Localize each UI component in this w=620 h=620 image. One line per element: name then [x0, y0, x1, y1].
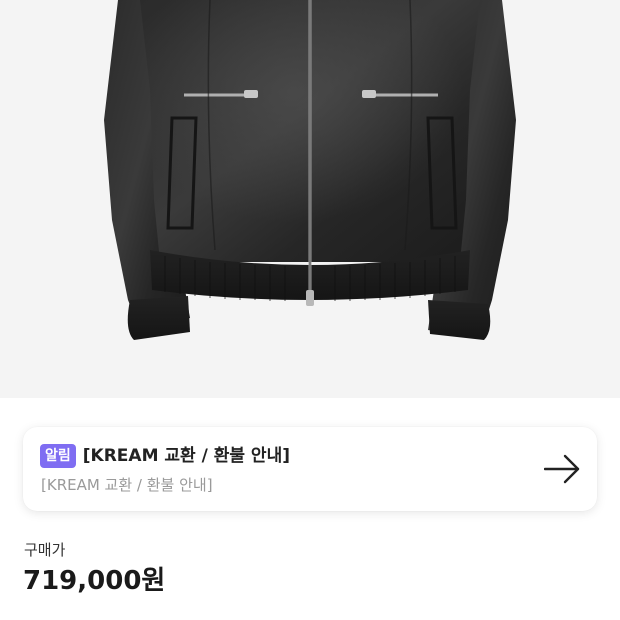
product-image[interactable] [0, 0, 620, 398]
notice-subtitle: [KREAM 교환 / 환불 안내] [41, 476, 213, 494]
notice-header: 알림 [KREAM 교환 / 환불 안내] [40, 444, 290, 468]
notice-badge: 알림 [40, 444, 76, 468]
leather-jacket-illustration [104, 0, 516, 340]
notice-card[interactable]: 알림 [KREAM 교환 / 환불 안내] [KREAM 교환 / 환불 안내] [23, 427, 597, 511]
price-value: 719,000원 [23, 566, 166, 596]
notice-title: [KREAM 교환 / 환불 안내] [82, 446, 290, 466]
arrow-right-icon[interactable] [544, 453, 580, 485]
product-detail-page: 알림 [KREAM 교환 / 환불 안내] [KREAM 교환 / 환불 안내]… [0, 0, 620, 620]
price-label: 구매가 [24, 541, 66, 559]
